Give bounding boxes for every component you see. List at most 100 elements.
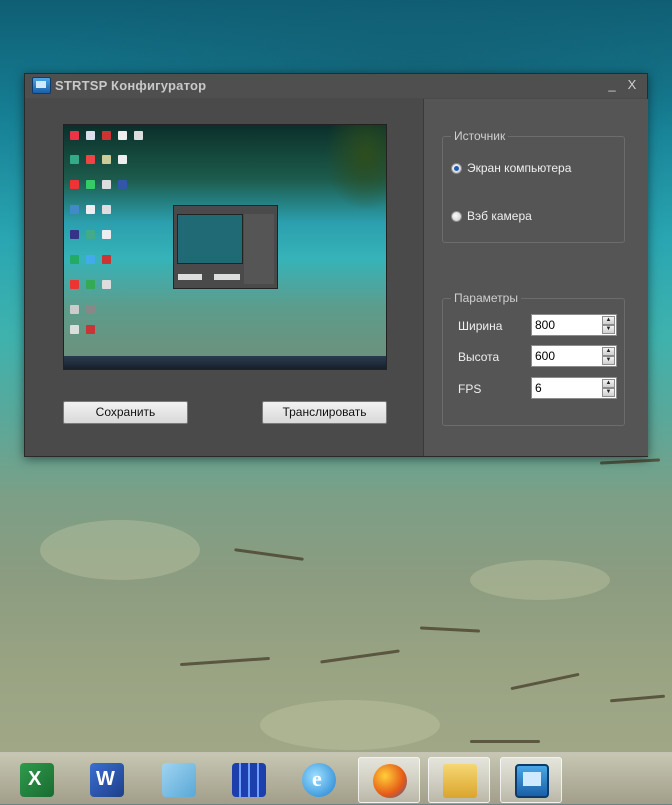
file-explorer-icon bbox=[443, 764, 477, 798]
preview-desktop-icon bbox=[118, 180, 127, 189]
radio-unchecked-icon[interactable] bbox=[451, 211, 462, 222]
preview-desktop-icon bbox=[118, 131, 127, 140]
preview-nested-panel bbox=[244, 214, 274, 284]
radio-checked-icon[interactable] bbox=[451, 163, 462, 174]
preview-desktop-icon bbox=[102, 280, 111, 289]
width-stepper-buttons: ▲ ▼ bbox=[602, 316, 615, 334]
taskbar-item-server[interactable] bbox=[218, 757, 280, 803]
preview-desktop-icon bbox=[86, 280, 95, 289]
taskbar-item-ie[interactable]: e bbox=[288, 757, 350, 803]
preview-desktop-icon bbox=[86, 325, 95, 334]
decrement-arrow-icon[interactable]: ▼ bbox=[602, 325, 615, 334]
preview-desktop-icon bbox=[86, 305, 95, 314]
preview-desktop-icon bbox=[70, 180, 79, 189]
monitor-screen bbox=[523, 772, 541, 786]
fps-stepper[interactable]: 6 ▲ ▼ bbox=[531, 377, 617, 399]
height-value[interactable]: 600 bbox=[535, 349, 555, 363]
preview-desktop-icon bbox=[70, 280, 79, 289]
firefox-icon bbox=[373, 764, 407, 798]
preview-desktop-icon bbox=[102, 230, 111, 239]
fish-decoration bbox=[234, 548, 304, 561]
notepad-icon bbox=[162, 763, 196, 797]
stream-button[interactable]: Транслировать bbox=[262, 401, 387, 424]
preview-desktop-icon bbox=[134, 131, 143, 140]
taskbar-item-firefox[interactable] bbox=[358, 757, 420, 803]
fish-decoration bbox=[180, 656, 270, 667]
width-value[interactable]: 800 bbox=[535, 318, 555, 332]
excel-icon: X bbox=[20, 763, 54, 797]
preview-desktop-icon bbox=[70, 305, 79, 314]
preview-desktop-icon bbox=[102, 180, 111, 189]
preview-nested-button bbox=[214, 274, 240, 280]
height-stepper-buttons: ▲ ▼ bbox=[602, 347, 615, 365]
strtsp-icon bbox=[515, 764, 549, 798]
screen-preview bbox=[63, 124, 387, 370]
taskbar-item-word[interactable]: W bbox=[76, 757, 138, 803]
preview-desktop-icon bbox=[86, 205, 95, 214]
preview-nested-window bbox=[173, 205, 278, 289]
app-monitor-icon bbox=[32, 77, 51, 94]
preview-desktop-icon bbox=[102, 205, 111, 214]
rock-decoration bbox=[260, 700, 440, 750]
preview-taskbar bbox=[64, 356, 386, 369]
taskbar-item-explorer[interactable] bbox=[428, 757, 490, 803]
taskbar-item-notepad[interactable] bbox=[148, 757, 210, 803]
fps-value[interactable]: 6 bbox=[535, 381, 542, 395]
title-bar[interactable]: STRTSP Конфигуратор _ X bbox=[25, 74, 647, 98]
width-label: Ширина bbox=[458, 319, 503, 333]
fish-decoration bbox=[609, 694, 666, 703]
preview-desktop-icon bbox=[86, 230, 95, 239]
height-label: Высота bbox=[458, 350, 500, 364]
close-button[interactable]: X bbox=[623, 76, 641, 94]
fish-decoration bbox=[419, 626, 481, 633]
preview-desktop-icon bbox=[70, 230, 79, 239]
decrement-arrow-icon[interactable]: ▼ bbox=[602, 356, 615, 365]
increment-arrow-icon[interactable]: ▲ bbox=[602, 316, 615, 325]
source-option-screen[interactable]: Экран компьютера bbox=[451, 161, 571, 175]
fish-decoration bbox=[510, 672, 580, 691]
source-group-label: Источник bbox=[451, 129, 509, 143]
preview-desktop-icon bbox=[70, 325, 79, 334]
increment-arrow-icon[interactable]: ▲ bbox=[602, 379, 615, 388]
server-icon bbox=[232, 763, 266, 797]
window-title: STRTSP Конфигуратор bbox=[55, 78, 207, 93]
preview-nested-button bbox=[178, 274, 202, 280]
preview-desktop-icon bbox=[102, 155, 111, 164]
minimize-button[interactable]: _ bbox=[603, 76, 621, 94]
decrement-arrow-icon[interactable]: ▼ bbox=[602, 388, 615, 397]
source-option-webcam[interactable]: Вэб камера bbox=[451, 209, 532, 223]
internet-explorer-icon: e bbox=[302, 763, 336, 797]
save-button[interactable]: Сохранить bbox=[63, 401, 188, 424]
word-icon: W bbox=[90, 763, 124, 797]
source-group: Источник Экран компьютера Вэб камера bbox=[442, 129, 625, 243]
preview-desktop-icon bbox=[86, 255, 95, 264]
preview-desktop-icon bbox=[70, 205, 79, 214]
fish-decoration bbox=[470, 740, 540, 743]
fish-decoration bbox=[320, 649, 400, 664]
fps-stepper-buttons: ▲ ▼ bbox=[602, 379, 615, 397]
taskbar-item-strtsp[interactable] bbox=[500, 757, 562, 803]
preview-desktop-icon bbox=[102, 255, 111, 264]
preview-desktop-icon bbox=[86, 180, 95, 189]
preview-desktop-icon bbox=[102, 131, 111, 140]
preview-desktop-icon bbox=[118, 155, 127, 164]
preview-desktop-icon bbox=[70, 155, 79, 164]
height-stepper[interactable]: 600 ▲ ▼ bbox=[531, 345, 617, 367]
params-group: Параметры Ширина 800 ▲ ▼ Высота 600 ▲ ▼ … bbox=[442, 291, 625, 426]
source-option-label: Экран компьютера bbox=[467, 161, 572, 175]
preview-desktop-icon bbox=[86, 131, 95, 140]
fps-label: FPS bbox=[458, 382, 482, 396]
fish-decoration bbox=[599, 458, 661, 465]
preview-desktop-icon bbox=[86, 155, 95, 164]
rock-decoration bbox=[40, 520, 200, 580]
taskbar-item-excel[interactable]: X bbox=[6, 757, 68, 803]
params-group-label: Параметры bbox=[451, 291, 521, 305]
taskbar: X W e bbox=[0, 752, 672, 805]
preview-nested-thumbnail bbox=[177, 214, 243, 264]
settings-panel: Источник Экран компьютера Вэб камера Пар… bbox=[423, 99, 648, 456]
preview-desktop-icon bbox=[70, 255, 79, 264]
width-stepper[interactable]: 800 ▲ ▼ bbox=[531, 314, 617, 336]
preview-trees bbox=[276, 125, 386, 245]
increment-arrow-icon[interactable]: ▲ bbox=[602, 347, 615, 356]
preview-desktop-icon bbox=[70, 131, 79, 140]
